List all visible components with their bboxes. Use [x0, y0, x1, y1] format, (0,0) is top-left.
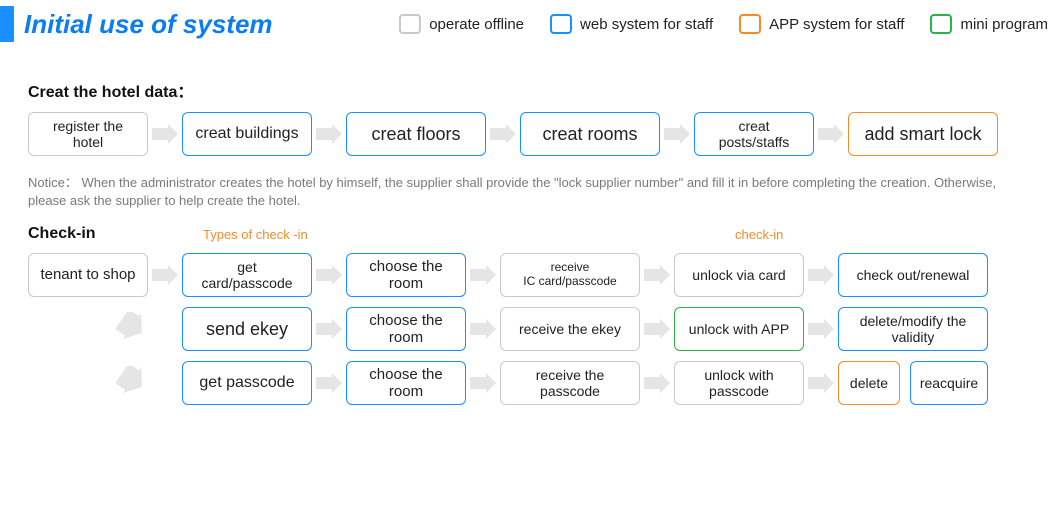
arrow-right-icon — [660, 123, 694, 145]
node-unlock-passcode: unlock with passcode — [674, 361, 804, 405]
arrow-right-icon — [804, 318, 838, 340]
node-creat-rooms: creat rooms — [520, 112, 660, 156]
arrow-right-icon — [804, 372, 838, 394]
swatch-green-icon — [930, 14, 952, 34]
legend: operate offline web system for staff APP… — [399, 14, 1048, 34]
node-get-card: get card/passcode — [182, 253, 312, 297]
arrow-right-icon — [312, 264, 346, 286]
arrow-right-icon — [312, 372, 346, 394]
checkin-row-c: get passcode choose the room receive the… — [28, 361, 1032, 405]
arrow-right-icon — [640, 318, 674, 340]
node-get-passcode: get passcode — [182, 361, 312, 405]
node-receive-ic: receive IC card/passcode — [500, 253, 640, 297]
arrow-right-icon — [148, 123, 182, 145]
node-send-ekey: send ekey — [182, 307, 312, 351]
legend-app-label: APP system for staff — [769, 16, 904, 33]
arrow-right-icon — [466, 318, 500, 340]
node-register-hotel: register the hotel — [28, 112, 148, 156]
node-creat-buildings: creat buildings — [182, 112, 312, 156]
hotel-data-row: register the hotel creat buildings creat… — [28, 112, 1032, 156]
legend-app: APP system for staff — [739, 14, 904, 34]
spacer — [28, 307, 148, 351]
node-unlock-card: unlock via card — [674, 253, 804, 297]
node-tenant-to-shop: tenant to shop — [28, 253, 148, 297]
arrow-right-icon — [640, 372, 674, 394]
node-creat-posts: creat posts/staffs — [694, 112, 814, 156]
node-reacquire: reacquire — [910, 361, 988, 405]
legend-mini: mini program — [930, 14, 1048, 34]
section-hotel-data: Creat the hotel data： register the hotel… — [0, 48, 1060, 170]
legend-offline-label: operate offline — [429, 16, 524, 33]
label-checkin: check-in — [735, 227, 783, 242]
node-add-smart-lock: add smart lock — [848, 112, 998, 156]
arrow-right-icon — [466, 372, 500, 394]
checkin-row-a: tenant to shop get card/passcode choose … — [28, 253, 1032, 297]
arrow-right-icon — [814, 123, 848, 145]
arrow-right-icon — [466, 264, 500, 286]
node-delete: delete — [838, 361, 900, 405]
node-creat-floors: creat floors — [346, 112, 486, 156]
label-types-checkin: Types of check -in — [203, 227, 308, 242]
swatch-orange-icon — [739, 14, 761, 34]
legend-offline: operate offline — [399, 14, 524, 34]
node-choose-room-a: choose the room — [346, 253, 466, 297]
node-choose-room-c: choose the room — [346, 361, 466, 405]
node-choose-room-b: choose the room — [346, 307, 466, 351]
page-title: Initial use of system — [24, 9, 273, 40]
node-checkout-renewal: check out/renewal — [838, 253, 988, 297]
node-receive-ekey: receive the ekey — [500, 307, 640, 351]
spacer — [28, 361, 148, 405]
notice-text: Notice： When the administrator creates t… — [0, 170, 1060, 219]
node-delete-modify: delete/modify the validity — [838, 307, 988, 351]
legend-web-label: web system for staff — [580, 16, 713, 33]
section-checkin: Check-in Types of check -in check-in ten… — [0, 219, 1060, 419]
arrow-right-icon — [312, 318, 346, 340]
legend-web: web system for staff — [550, 14, 713, 34]
checkin-row-b: send ekey choose the room receive the ek… — [28, 307, 1032, 351]
title-bar: Initial use of system operate offline we… — [0, 0, 1060, 48]
section-hotel-data-title: Creat the hotel data： — [28, 78, 1032, 102]
swatch-blue-icon — [550, 14, 572, 34]
arrow-down-right-icon — [114, 363, 148, 403]
arrow-down-right-icon — [114, 309, 148, 349]
swatch-gray-icon — [399, 14, 421, 34]
arrow-right-icon — [312, 123, 346, 145]
arrow-right-icon — [486, 123, 520, 145]
section-checkin-title: Check-in — [28, 225, 96, 243]
node-receive-passcode: receive the passcode — [500, 361, 640, 405]
node-unlock-app: unlock with APP — [674, 307, 804, 351]
legend-mini-label: mini program — [960, 16, 1048, 33]
arrow-right-icon — [640, 264, 674, 286]
arrow-right-icon — [804, 264, 838, 286]
title-marker-icon — [0, 6, 14, 42]
arrow-right-icon — [148, 264, 182, 286]
